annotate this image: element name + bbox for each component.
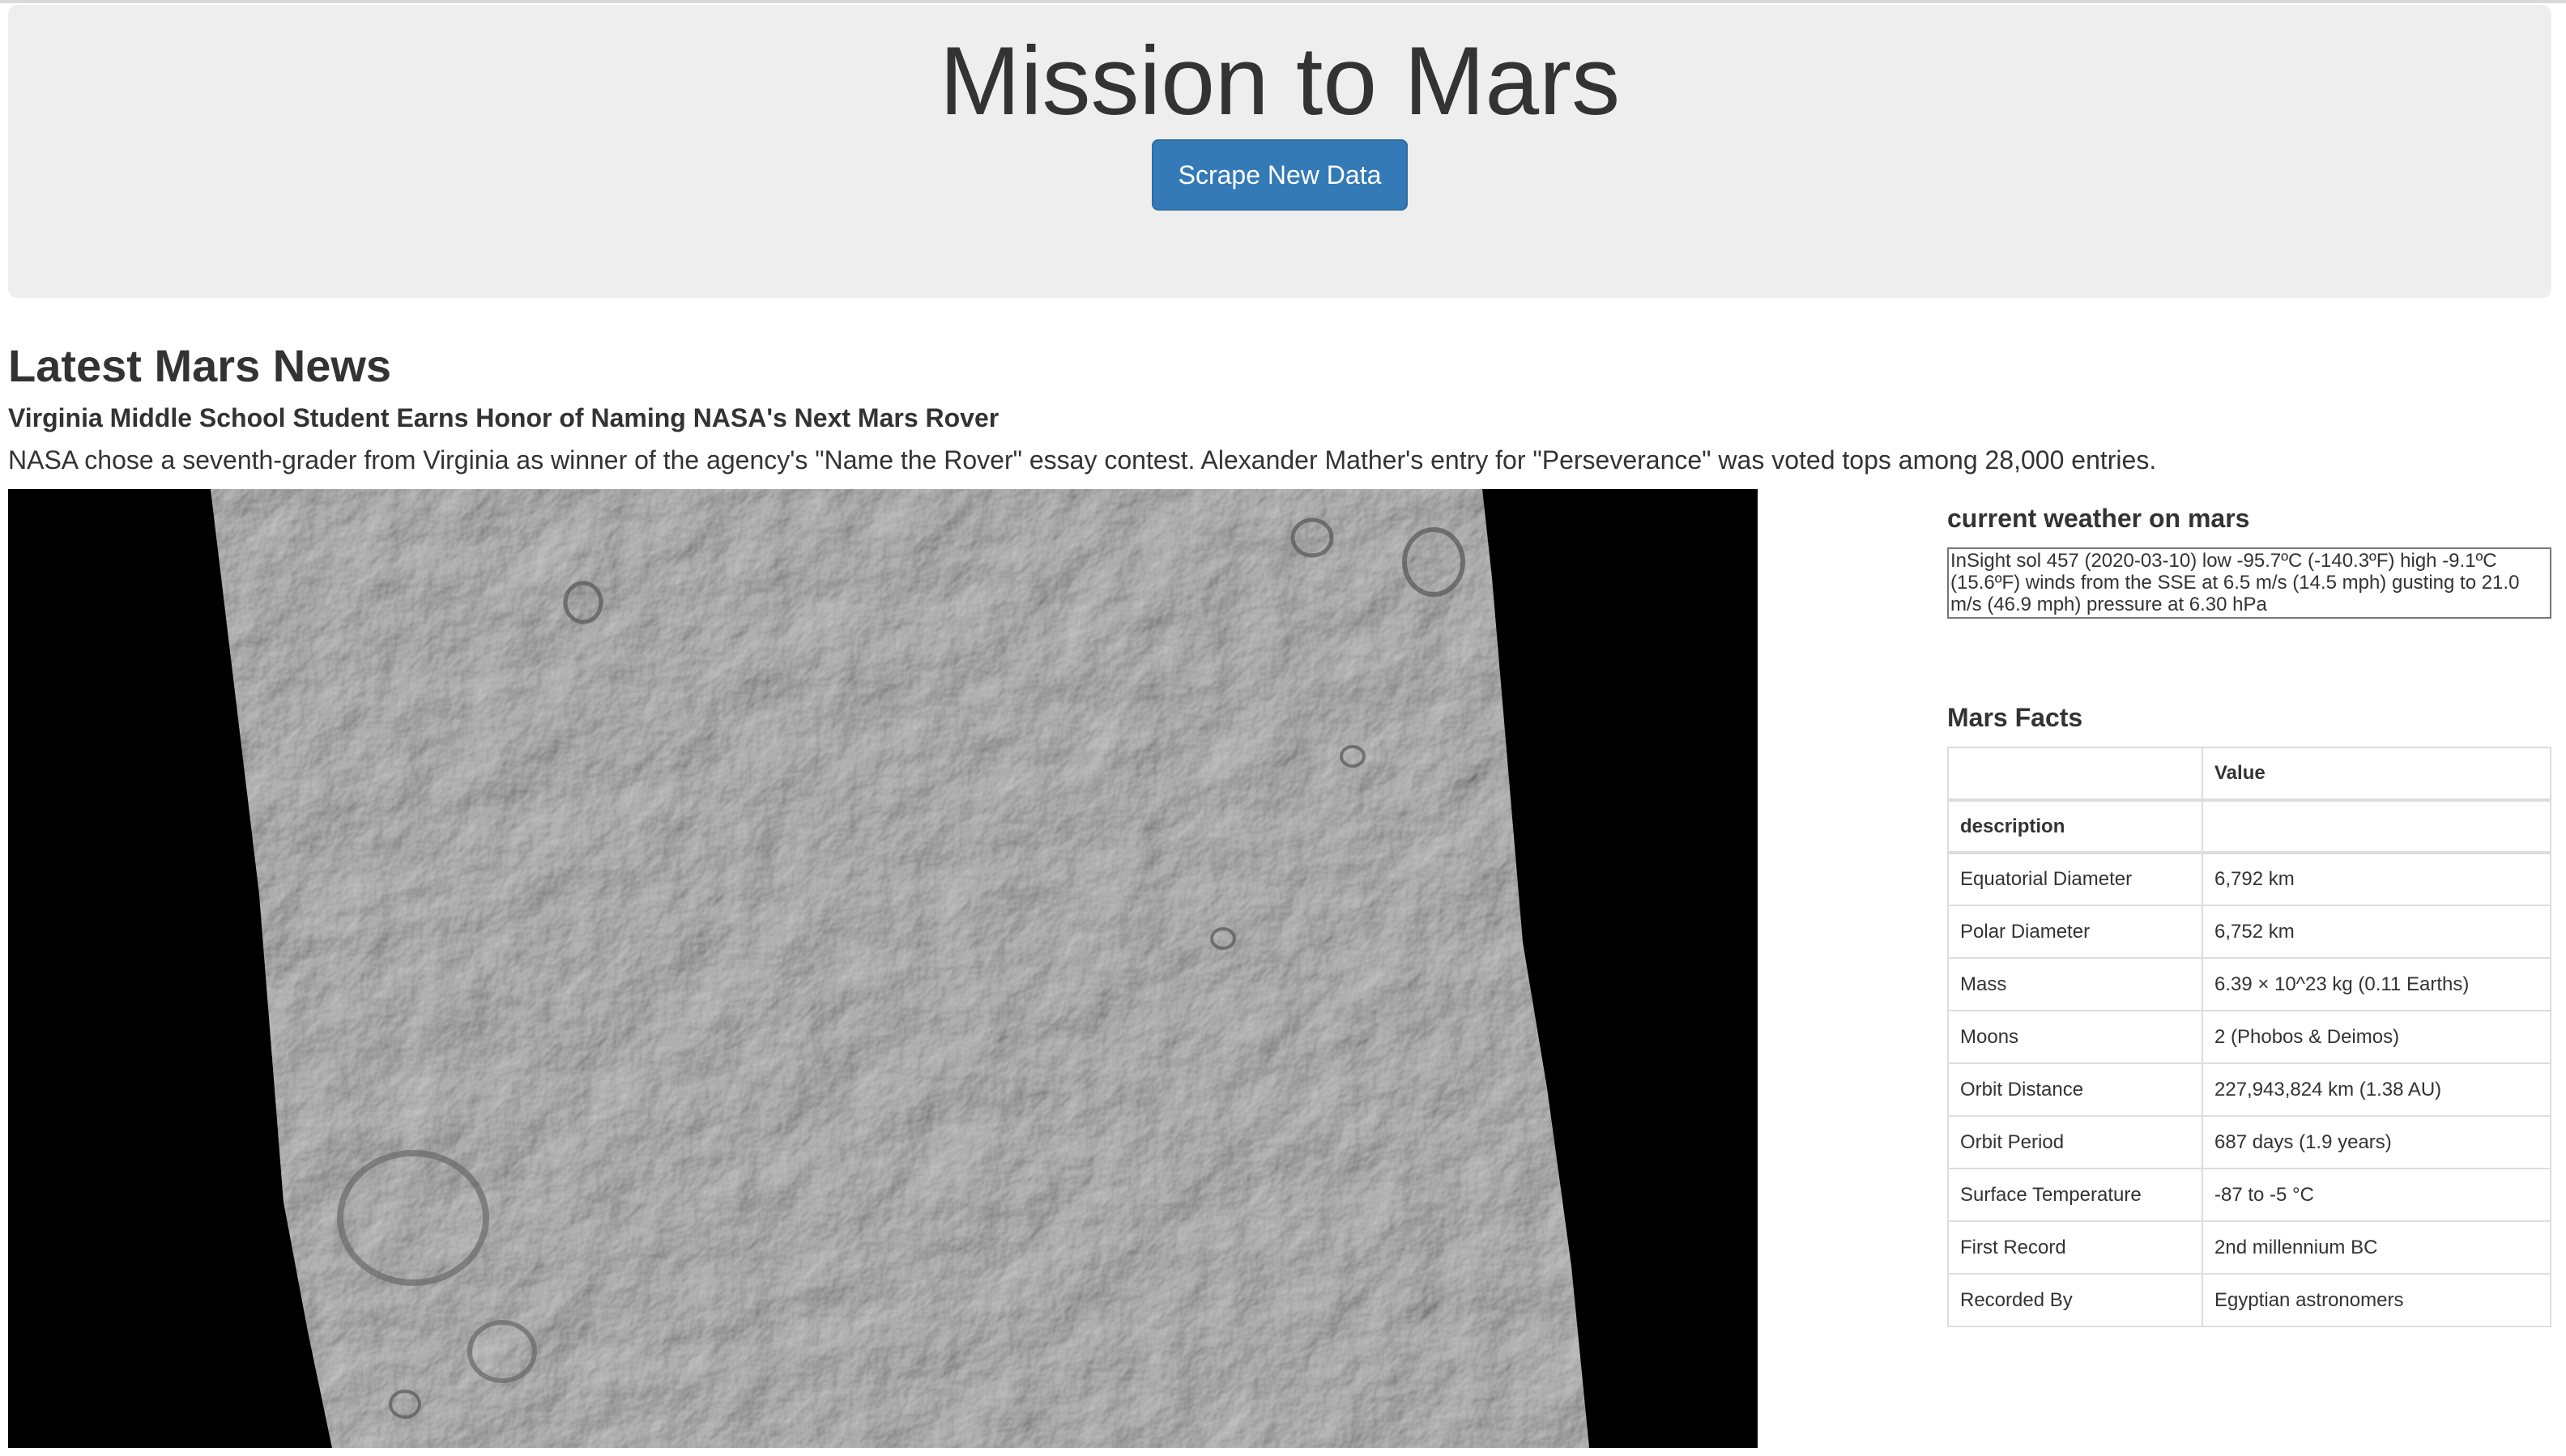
table-row: Orbit Period 687 days (1.9 years) — [1947, 1115, 2551, 1169]
fact-label: First Record — [1947, 1220, 2203, 1275]
table-header-row: Value — [1947, 747, 2551, 802]
mars-facts-table: Value description Equatorial Diameter 6,… — [1947, 747, 2551, 1327]
fact-value: 227,943,824 km (1.38 AU) — [2202, 1062, 2551, 1117]
fact-label: Orbit Distance — [1947, 1062, 2203, 1117]
table-row: Mass 6.39 × 10^23 kg (0.11 Earths) — [1947, 957, 2551, 1011]
table-row: Equatorial Diameter 6,792 km — [1947, 852, 2551, 906]
table-row: Moons 2 (Phobos & Deimos) — [1947, 1010, 2551, 1064]
table-row: Polar Diameter 6,752 km — [1947, 905, 2551, 959]
table-index-row: description — [1947, 799, 2551, 854]
table-row: Recorded By Egyptian astronomers — [1947, 1273, 2551, 1327]
news-teaser: NASA chose a seventh-grader from Virgini… — [8, 445, 2157, 475]
fact-label: Orbit Period — [1947, 1115, 2203, 1169]
fact-label: Recorded By — [1947, 1273, 2203, 1327]
scrape-new-data-button[interactable]: Scrape New Data — [1152, 139, 1408, 211]
top-border — [0, 0, 2566, 3]
fact-value: Egyptian astronomers — [2202, 1273, 2551, 1327]
fact-label: Mass — [1947, 957, 2203, 1011]
weather-heading: current weather on mars — [1947, 504, 2250, 533]
table-index-empty — [2202, 799, 2551, 854]
fact-value: 6.39 × 10^23 kg (0.11 Earths) — [2202, 957, 2551, 1011]
fact-value: 687 days (1.9 years) — [2202, 1115, 2551, 1169]
fact-label: Moons — [1947, 1010, 2203, 1064]
fact-label: Polar Diameter — [1947, 905, 2203, 959]
featured-mars-image — [8, 489, 1758, 1448]
table-row: First Record 2nd millennium BC — [1947, 1220, 2551, 1275]
fact-value: -87 to -5 °C — [2202, 1168, 2551, 1222]
latest-news-heading: Latest Mars News — [8, 340, 392, 391]
table-index-label: description — [1947, 799, 2203, 854]
fact-label: Surface Temperature — [1947, 1168, 2203, 1222]
mars-facts-heading: Mars Facts — [1947, 703, 2083, 732]
fact-value: 2nd millennium BC — [2202, 1220, 2551, 1275]
header-jumbotron: Mission to Mars Scrape New Data — [8, 5, 2551, 298]
table-header-blank — [1947, 747, 2203, 802]
fact-label: Equatorial Diameter — [1947, 852, 2203, 906]
table-row: Surface Temperature -87 to -5 °C — [1947, 1168, 2551, 1222]
weather-text: InSight sol 457 (2020-03-10) low -95.7ºC… — [1947, 547, 2551, 619]
table-header-value: Value — [2202, 747, 2551, 802]
fact-value: 2 (Phobos & Deimos) — [2202, 1010, 2551, 1064]
fact-value: 6,792 km — [2202, 852, 2551, 906]
news-title: Virginia Middle School Student Earns Hon… — [8, 403, 1000, 432]
fact-value: 6,752 km — [2202, 905, 2551, 959]
table-row: Orbit Distance 227,943,824 km (1.38 AU) — [1947, 1062, 2551, 1117]
page-title: Mission to Mars — [939, 27, 1621, 135]
